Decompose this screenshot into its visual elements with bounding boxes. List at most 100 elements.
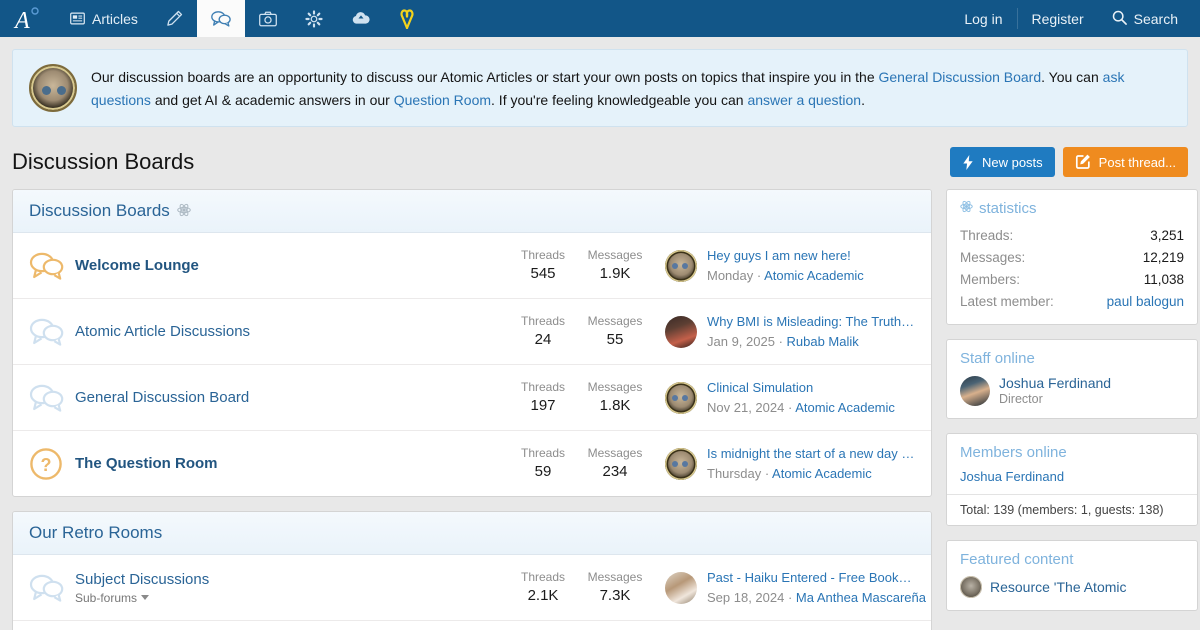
login-button[interactable]: Log in: [950, 0, 1016, 37]
forum-title-link[interactable]: General Discussion Board: [75, 389, 497, 406]
cloud-upload-icon: [351, 11, 371, 26]
statistics-header: statistics: [947, 190, 1197, 225]
forum-row[interactable]: ? The Question Room Threads 59 Messages 234 Is…: [13, 431, 931, 496]
staff-member-row[interactable]: Joshua Ferdinand Director: [960, 375, 1184, 406]
nav-item-discussion[interactable]: [196, 0, 245, 37]
forum-section: Discussion Boards Welcome Lounge Threads 54…: [12, 189, 932, 497]
last-post-author[interactable]: Ma Anthea Mascareña: [796, 590, 926, 605]
forum-stat-threads: Threads 545: [507, 247, 579, 285]
notice-link-7[interactable]: answer a question: [747, 92, 861, 108]
forum-info: Atomic Article Discussions: [75, 323, 507, 340]
forum-row[interactable]: ThreadsThreadsMessagesMessagesBritish Si…: [13, 621, 931, 630]
new-posts-button[interactable]: New posts: [949, 147, 1055, 177]
navbar-right-group: Log in Register Search: [950, 0, 1200, 37]
cat-avatar: [29, 64, 77, 112]
nav-item-photos[interactable]: [245, 0, 291, 37]
nav-item-settings[interactable]: [291, 0, 337, 37]
notice-link-1[interactable]: General Discussion Board: [879, 69, 1042, 85]
chat-bubbles-read-icon: [29, 573, 75, 603]
members-online-total: Total: 139 (members: 1, guests: 138): [947, 494, 1197, 526]
staff-online-header: Staff online: [947, 340, 1197, 375]
forum-title-link[interactable]: The Question Room: [75, 455, 497, 472]
last-post-date: Nov 21, 2024: [707, 399, 785, 415]
latest-member-link[interactable]: paul balogun: [1107, 294, 1184, 309]
newspaper-icon: [70, 12, 85, 25]
register-label: Register: [1031, 10, 1084, 27]
last-post-avatar[interactable]: [665, 571, 697, 604]
forum-info: Welcome Lounge: [75, 257, 507, 274]
forum-row[interactable]: General Discussion Board Threads 197 Messag…: [13, 365, 931, 431]
forum-row[interactable]: Subject Discussions Sub-forums Threads 2.1K…: [13, 555, 931, 621]
post-thread-button[interactable]: Post thread...: [1062, 147, 1188, 177]
last-post-title[interactable]: Past - Haiku Entered - Free Book C...: [707, 568, 915, 588]
compose-icon: [1075, 154, 1091, 170]
last-post-title[interactable]: Is midnight the start of a new day or ..…: [707, 444, 915, 464]
resource-avatar: [960, 576, 982, 599]
nav-item-awareness-ribbon[interactable]: [385, 0, 429, 37]
login-label: Log in: [964, 10, 1003, 27]
last-post-author[interactable]: Rubab Malik: [787, 334, 859, 349]
statistic-row: Threads: 3,251: [960, 225, 1184, 247]
featured-item[interactable]: Resource 'The Atomic: [960, 576, 1184, 599]
last-post: Past - Haiku Entered - Free Book C... Sep…: [665, 568, 926, 607]
forum-title-link[interactable]: Welcome Lounge: [75, 257, 497, 274]
gear-icon: [305, 9, 323, 28]
statistic-key: Threads:: [960, 228, 1014, 243]
forum-row[interactable]: Atomic Article Discussions Threads 24 Messa…: [13, 299, 931, 365]
nav-item-articles[interactable]: Articles: [56, 0, 152, 37]
forum-stat-threads: Threads 2.1K: [507, 569, 579, 607]
chat-bubbles-icon: [211, 10, 231, 27]
forum-title-link[interactable]: Subject Discussions: [75, 571, 497, 588]
featured-content-header: Featured content: [947, 541, 1197, 576]
last-post-avatar[interactable]: [665, 249, 697, 282]
featured-content-list: Resource 'The Atomic: [947, 576, 1197, 610]
last-post-author[interactable]: Atomic Academic: [772, 466, 872, 481]
staff-member-name[interactable]: Joshua Ferdinand: [999, 375, 1111, 391]
stat-value: 1.9K: [599, 265, 631, 283]
search-icon: [1112, 10, 1127, 28]
last-post-author[interactable]: Atomic Academic: [795, 400, 895, 415]
page-title: Discussion Boards: [12, 149, 195, 174]
statistic-value: 11,038: [1143, 271, 1184, 287]
featured-content-title: Featured content: [960, 551, 1074, 569]
sub-forums-toggle[interactable]: Sub-forums: [75, 591, 150, 605]
forum-row[interactable]: Welcome Lounge Threads 545 Messages 1.9K Hey …: [13, 233, 931, 299]
last-post-date: Jan 9, 2025: [707, 333, 775, 349]
last-post-title[interactable]: Clinical Simulation: [707, 378, 915, 398]
last-post-avatar[interactable]: [665, 315, 697, 348]
stat-label: Threads: [520, 569, 566, 584]
featured-item-title[interactable]: Resource 'The Atomic: [990, 579, 1127, 595]
notice-link-5[interactable]: Question Room: [394, 92, 491, 108]
forum-title-link[interactable]: Atomic Article Discussions: [75, 323, 497, 340]
statistic-value: 12,219: [1142, 249, 1184, 265]
stat-value: 197: [530, 397, 556, 415]
last-post-author[interactable]: Atomic Academic: [764, 268, 864, 283]
last-post-date: Thursday: [707, 465, 762, 481]
statistics-block: statistics Threads: 3,251 Messages: 12,219 M…: [946, 189, 1198, 326]
statistic-key: Latest member:: [960, 293, 1054, 309]
last-post-meta: Sep 18, 2024 · Ma Anthea Mascareña: [707, 589, 926, 605]
pencil-icon: [166, 10, 183, 27]
forum-stat-messages: Messages 55: [579, 313, 651, 351]
last-post-avatar[interactable]: [665, 381, 697, 414]
forum-section: Our Retro Rooms Subject Discussions Sub-fo…: [12, 511, 932, 630]
stat-label: Messages: [587, 569, 643, 584]
last-post-title[interactable]: Why BMI is Misleading: The Truth A...: [707, 312, 915, 332]
page-titlebar: Discussion Boards New posts Post thread.…: [12, 145, 1188, 179]
last-post-avatar[interactable]: [665, 447, 697, 480]
member-online-name[interactable]: Joshua Ferdinand: [960, 469, 1184, 484]
nav-item-write[interactable]: [152, 0, 197, 37]
last-post-title[interactable]: Hey guys I am new here!: [707, 246, 915, 266]
sidebar: statistics Threads: 3,251 Messages: 12,219 M…: [946, 189, 1198, 625]
stat-value: 59: [534, 463, 552, 481]
nav-item-upload[interactable]: [337, 0, 385, 37]
forum-stat-messages: Messages 1.8K: [579, 379, 651, 417]
last-post-date: Sep 18, 2024: [707, 589, 785, 605]
svg-text:?: ?: [41, 455, 52, 475]
question-circle-icon: ?: [29, 447, 75, 481]
site-logo[interactable]: A: [0, 0, 56, 37]
stat-label: Threads: [520, 379, 566, 394]
chat-bubbles-unread-icon: [29, 251, 75, 281]
search-button[interactable]: Search: [1098, 0, 1192, 37]
register-button[interactable]: Register: [1018, 0, 1098, 37]
